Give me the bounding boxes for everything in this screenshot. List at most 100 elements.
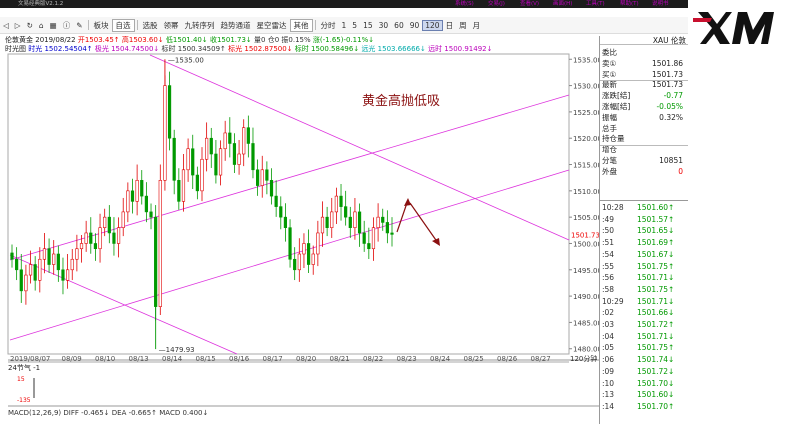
tick-price: 1501.71↓ [637, 331, 675, 341]
candle-body [214, 153, 218, 176]
tick-time: :04 [602, 331, 615, 341]
menu-help[interactable]: 帮助(T) [620, 0, 639, 8]
sub-indicator-name: 24节气 [8, 364, 31, 372]
candle-body [316, 232, 320, 255]
quote-row: 卖① 1501.86 [600, 59, 688, 68]
tick-row: :50 1501.65↓ [600, 225, 688, 237]
tick-time: :14 [602, 401, 615, 411]
quote-value: 1501.73 [651, 80, 683, 90]
tick-price: 1501.67↓ [637, 249, 675, 259]
candle-body [297, 253, 301, 271]
quote-row: 持仓量 [600, 134, 688, 143]
quote-label: 总手 [602, 123, 617, 133]
y-tick-label: 1490.00 [573, 293, 600, 301]
quote-row: 涨跌[结] -0.77 [600, 91, 688, 100]
candle-body [177, 180, 181, 202]
candle-body [283, 216, 288, 228]
y-axis-labels: 1535.00 1530.00 1525.00 1520.00 1515.00 1510.… [571, 56, 600, 353]
candle-body [121, 211, 125, 228]
up-arrow-head [404, 198, 411, 206]
tick-time: :55 [602, 261, 615, 271]
y-tick-label: 1500.00 [573, 240, 600, 248]
candle-body [42, 248, 47, 260]
candle-body [107, 216, 111, 234]
candle-body [126, 190, 130, 213]
plot-frame [7, 53, 570, 355]
tick-row: 10:29 1501.71↓ [600, 296, 688, 308]
x-tick-label: 08/17 [263, 355, 283, 363]
candle-body [33, 264, 37, 281]
tick-price: 1501.65↓ [637, 226, 675, 236]
candle-body [10, 252, 14, 260]
candle-body [348, 216, 352, 228]
quote-row: 外盘 0 [600, 167, 688, 176]
candle-body [237, 153, 241, 165]
tick-price: 1501.57↑ [637, 214, 675, 224]
price-chart[interactable]: 2019/08/07 08/09 08/10 08/13 08/14 08/15 08/16… [0, 0, 600, 424]
candlesticks [10, 71, 394, 321]
current-price-label: 1501.73 [571, 231, 600, 239]
xm-logo-mark [693, 12, 774, 44]
candle-body [19, 269, 23, 292]
y-tick-label: 1515.00 [573, 162, 600, 170]
quote-value: 1501.86 [651, 58, 683, 68]
forecast-arrows [396, 198, 440, 246]
x-tick-label: 08/25 [464, 355, 484, 363]
candle-body [274, 195, 278, 207]
tick-time: 10:29 [602, 296, 624, 306]
tick-row: :55 1501.75↑ [600, 261, 688, 273]
sub-indicator-label: 24节气 -1 [8, 363, 40, 373]
quote-row: 最新 1501.73 [600, 80, 688, 89]
candle-body [24, 274, 28, 292]
sub-level-high: 15 [17, 376, 25, 383]
tick-time: :50 [602, 226, 615, 236]
candle-body [251, 143, 255, 171]
x-tick-label: 08/24 [430, 355, 451, 363]
candle-body [79, 243, 84, 250]
quote-row: 增仓 [600, 145, 688, 154]
menu-manual[interactable]: 说明书 [652, 0, 669, 8]
candle-body [339, 195, 343, 207]
y-tick-label: 1505.00 [573, 214, 600, 222]
tick-price: 1501.74↓ [637, 355, 675, 365]
x-axis-labels: 2019/08/07 08/09 08/10 08/13 08/14 08/15 08/16… [10, 354, 597, 363]
x-tick-label: 08/20 [296, 355, 316, 363]
candle-body [195, 174, 199, 192]
tick-price: 1501.70↑ [637, 401, 675, 411]
tick-price: 1501.75↑ [637, 261, 675, 271]
y-tick-label: 1480.00 [573, 346, 600, 354]
candle-body [167, 85, 172, 139]
candle-body [103, 216, 107, 228]
tick-row: :10 1501.70↓ [600, 378, 688, 390]
tick-time: :54 [602, 249, 615, 259]
tick-price: 1501.66↓ [637, 308, 675, 318]
candle-body [158, 180, 162, 307]
candle-body [325, 216, 329, 228]
tick-price: 1501.60↓ [637, 390, 675, 400]
tick-row: :04 1501.71↓ [600, 331, 688, 343]
tick-time: :56 [602, 273, 615, 283]
candle-body [191, 148, 195, 176]
candle-body [66, 269, 70, 281]
tick-row: :51 1501.69↑ [600, 237, 688, 249]
candle-body [242, 127, 246, 155]
y-tick-label: 1495.00 [573, 267, 600, 275]
tick-time: :51 [602, 238, 615, 248]
tick-price: 1501.75↑ [637, 343, 675, 353]
tick-price: 1501.75↑ [637, 284, 675, 294]
candle-body [186, 148, 190, 171]
quote-value: -0.05% [656, 102, 683, 111]
row-divider [600, 145, 688, 147]
candle-body [232, 143, 237, 165]
candle-body [205, 137, 209, 160]
x-tick-label: 08/26 [497, 355, 518, 363]
quote-label: 卖① [602, 58, 617, 68]
tick-time: :02 [602, 308, 615, 318]
tick-price: 1501.71↓ [637, 273, 675, 283]
candle-body [293, 258, 297, 271]
candle-body [181, 169, 186, 202]
tick-row: :03 1501.72↑ [600, 319, 688, 331]
candle-body [140, 180, 144, 197]
quote-label: 分笔 [602, 156, 617, 165]
tick-price: 1501.70↓ [637, 378, 675, 388]
